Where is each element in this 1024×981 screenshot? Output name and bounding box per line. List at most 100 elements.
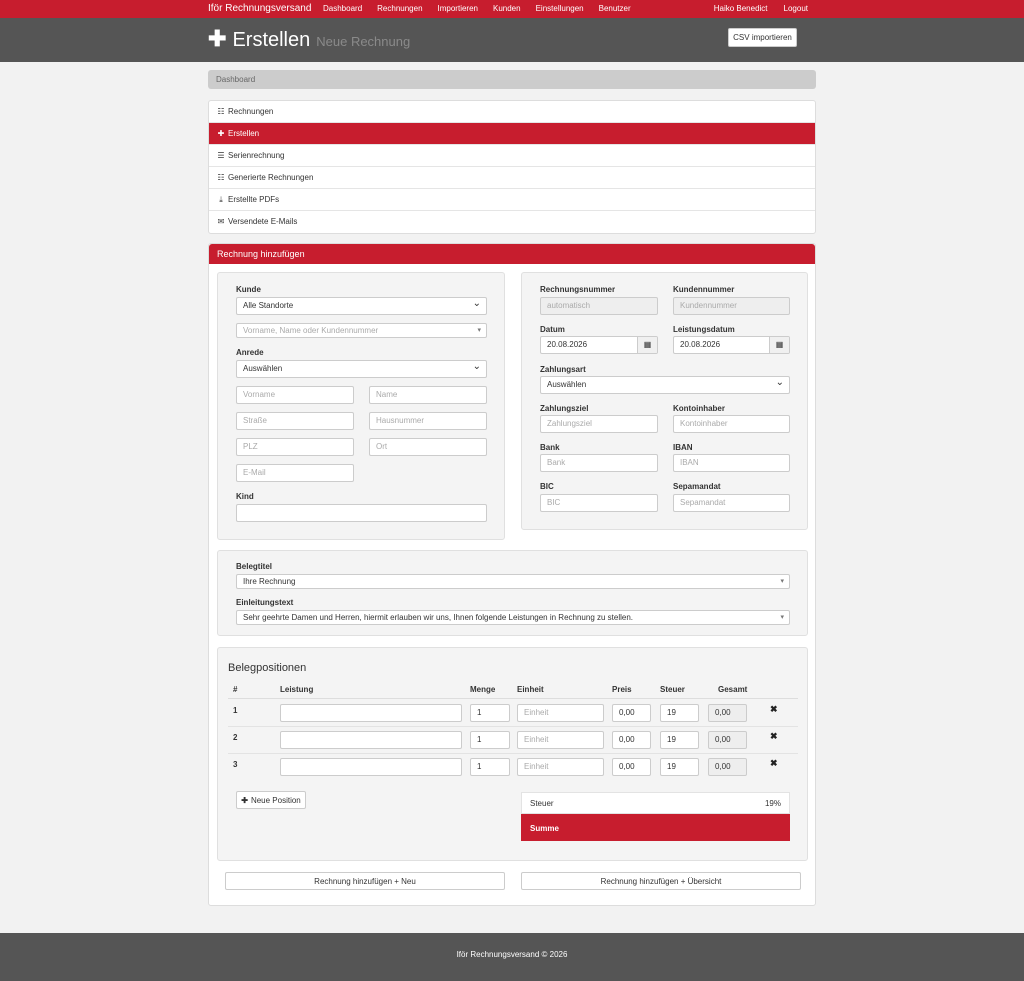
page-title-text: Erstellen <box>232 29 311 51</box>
name-input[interactable]: Name <box>369 386 487 404</box>
invoice-panel: Rechnung hinzufügen Kunde Alle Standorte… <box>208 243 816 906</box>
add-overview-button[interactable]: Rechnung hinzufügen + Übersicht <box>521 872 801 890</box>
iban-input[interactable]: IBAN <box>673 454 790 472</box>
steuer-input[interactable]: 19 <box>660 704 699 722</box>
leistungsdatum-value: 20.08.2026 <box>680 340 721 349</box>
einheit-input[interactable]: Einheit <box>517 731 604 749</box>
subnav-rechnungen[interactable]: ☷ Rechnungen <box>209 101 815 123</box>
subnav-label: Generierte Rechnungen <box>228 172 314 182</box>
col-preis: Preis <box>612 685 632 694</box>
beleg-section: Belegtitel Ihre Rechnung Einleitungstext… <box>217 550 808 636</box>
delete-row-icon[interactable]: ✖ <box>770 731 778 742</box>
subnav-generierte-rechnungen[interactable]: ☷ Generierte Rechnungen <box>209 167 815 189</box>
subnav-erstellen[interactable]: ✚ Erstellen <box>209 123 815 145</box>
summe-row: Summe <box>521 814 790 841</box>
steuer-total-value: 19% <box>764 799 781 808</box>
brand-link[interactable]: Iför Rechnungsversand <box>208 3 311 14</box>
csv-import-button[interactable]: CSV importieren <box>728 28 797 47</box>
envelope-icon: ✉ <box>217 217 225 226</box>
zahlungsziel-input[interactable]: Zahlungsziel <box>540 415 658 433</box>
calendar-icon[interactable]: ▦ <box>769 337 789 353</box>
bank-label: Bank <box>540 443 560 452</box>
hausnummer-input[interactable]: Hausnummer <box>369 412 487 430</box>
rechnungsnummer-input: automatisch <box>540 297 658 315</box>
nav-dashboard[interactable]: Dashboard <box>323 4 362 13</box>
nav-right: Haiko Benedict Logout <box>714 4 808 13</box>
steuer-input[interactable]: 19 <box>660 758 699 776</box>
bank-input[interactable]: Bank <box>540 454 658 472</box>
menge-input[interactable]: 1 <box>470 704 510 722</box>
nav-einstellungen[interactable]: Einstellungen <box>536 4 584 13</box>
customer-search-select[interactable]: Vorname, Name oder Kundennummer <box>236 323 487 338</box>
row-divider <box>228 726 798 727</box>
footer: Iför Rechnungsversand © 2026 <box>0 933 1024 981</box>
row-number: 3 <box>233 760 238 769</box>
page-header: ✚ Erstellen Neue Rechnung CSV importiere… <box>0 18 1024 62</box>
plz-input[interactable]: PLZ <box>236 438 354 456</box>
anrede-select[interactable]: Auswählen <box>236 360 487 378</box>
list-icon: ☷ <box>217 172 225 182</box>
vorname-input[interactable]: Vorname <box>236 386 354 404</box>
einleitungstext-select[interactable]: Sehr geehrte Damen und Herren, hiermit e… <box>236 610 790 625</box>
ort-input[interactable]: Ort <box>369 438 487 456</box>
nav-importieren[interactable]: Importieren <box>438 4 478 13</box>
belegtitel-label: Belegtitel <box>236 562 273 571</box>
email-input[interactable]: E-Mail <box>236 464 354 482</box>
kind-input[interactable] <box>236 504 487 522</box>
new-position-button[interactable]: ✚ Neue Position <box>236 791 306 809</box>
gesamt-output: 0,00 <box>708 704 747 722</box>
table-header-divider <box>228 698 798 699</box>
page-title: ✚ Erstellen Neue Rechnung <box>208 28 410 52</box>
leistungsdatum-label: Leistungsdatum <box>673 325 735 334</box>
standort-select[interactable]: Alle Standorte <box>236 297 487 315</box>
col-num: # <box>233 685 238 694</box>
leistung-input[interactable] <box>280 731 462 749</box>
zahlungsart-select[interactable]: Auswählen <box>540 376 790 394</box>
einheit-input[interactable]: Einheit <box>517 758 604 776</box>
customer-section: Kunde Alle Standorte Vorname, Name oder … <box>217 272 505 540</box>
leistung-input[interactable] <box>280 758 462 776</box>
breadcrumb-dashboard[interactable]: Dashboard <box>216 75 255 84</box>
menge-input[interactable]: 1 <box>470 758 510 776</box>
preis-input[interactable]: 0,00 <box>612 731 651 749</box>
sepamandat-input[interactable]: Sepamandat <box>673 494 790 512</box>
preis-input[interactable]: 0,00 <box>612 704 651 722</box>
bic-input[interactable]: BIC <box>540 494 658 512</box>
steuer-total-label: Steuer <box>530 799 554 808</box>
subnav-label: Erstellte PDFs <box>228 194 280 204</box>
col-menge: Menge <box>470 685 496 694</box>
top-navbar: Iför Rechnungsversand Dashboard Rechnung… <box>0 0 1024 18</box>
gesamt-output: 0,00 <box>708 731 747 749</box>
breadcrumb: Dashboard <box>208 70 816 89</box>
add-new-button[interactable]: Rechnung hinzufügen + Neu <box>225 872 505 890</box>
steuer-total-row: Steuer 19% <box>521 792 790 814</box>
new-position-label: Neue Position <box>250 795 301 805</box>
menge-input[interactable]: 1 <box>470 731 510 749</box>
delete-row-icon[interactable]: ✖ <box>770 704 778 715</box>
subnav-serienrechnung[interactable]: ☰ Serienrechnung <box>209 145 815 167</box>
belegtitel-select[interactable]: Ihre Rechnung <box>236 574 790 589</box>
logout-link[interactable]: Logout <box>784 4 808 13</box>
leistungsdatum-input[interactable]: 20.08.2026 ▦ <box>673 336 790 354</box>
col-leistung: Leistung <box>280 685 314 694</box>
steuer-input[interactable]: 19 <box>660 731 699 749</box>
nav-kunden[interactable]: Kunden <box>493 4 521 13</box>
nav-links: Dashboard Rechnungen Importieren Kunden … <box>323 4 631 13</box>
subnav-versendete-emails[interactable]: ✉ Versendete E-Mails <box>209 211 815 233</box>
delete-row-icon[interactable]: ✖ <box>770 758 778 769</box>
rechnungsnummer-label: Rechnungsnummer <box>540 285 616 294</box>
subnav-label: Versendete E-Mails <box>228 217 298 226</box>
nav-rechnungen[interactable]: Rechnungen <box>377 4 422 13</box>
summe-label: Summe <box>530 824 559 833</box>
subnav-erstellte-pdfs[interactable]: ⤓ Erstellte PDFs <box>209 189 815 211</box>
einheit-input[interactable]: Einheit <box>517 704 604 722</box>
datum-input[interactable]: 20.08.2026 ▦ <box>540 336 658 354</box>
kontoinhaber-input[interactable]: Kontoinhaber <box>673 415 790 433</box>
positions-section: Belegpositionen # Leistung Menge Einheit… <box>217 647 808 861</box>
nav-benutzer[interactable]: Benutzer <box>599 4 631 13</box>
strasse-input[interactable]: Straße <box>236 412 354 430</box>
preis-input[interactable]: 0,00 <box>612 758 651 776</box>
leistung-input[interactable] <box>280 704 462 722</box>
user-menu[interactable]: Haiko Benedict <box>714 4 768 13</box>
calendar-icon[interactable]: ▦ <box>637 337 657 353</box>
